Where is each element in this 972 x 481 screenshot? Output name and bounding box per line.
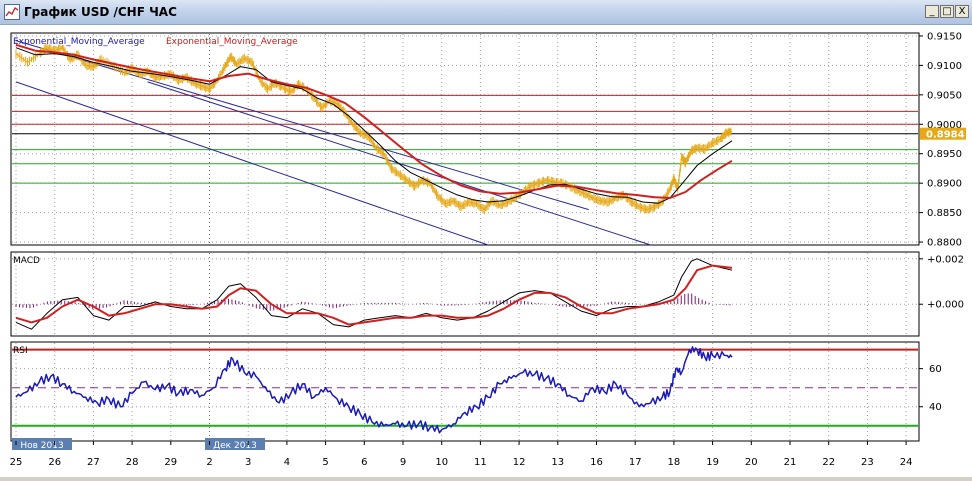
day-label-23: 23 — [861, 457, 874, 468]
chart-area[interactable]: Exponential_Moving_Average Exponential_M… — [0, 25, 972, 477]
price-axis-label-0.9100: 0.9100 — [927, 61, 962, 72]
day-label-13: 13 — [551, 457, 564, 468]
macd-plot-frame — [10, 251, 920, 337]
legend-ema-fast: Exponential_Moving_Average — [13, 37, 145, 47]
day-label-25: 25 — [10, 457, 23, 468]
macd-axis-label: +0.000 — [927, 300, 964, 311]
day-label-3: 3 — [245, 457, 251, 468]
month-label-dec: Дек 2013 — [213, 441, 257, 451]
macd-axis-label: +0.002 — [927, 254, 964, 265]
rsi-axis-label: 60 — [929, 364, 942, 375]
day-label-28: 28 — [126, 457, 139, 468]
day-label-24: 24 — [900, 457, 913, 468]
day-labels: 25 26 27 28 29 2 3 4 5 6 9 10 11 12 13 16 17 18 19 20 21 22 23… — [10, 441, 913, 468]
day-label-17: 17 — [629, 457, 642, 468]
price-panel[interactable]: Exponential_Moving_Average Exponential_M… — [10, 31, 966, 249]
minimize-button[interactable]: _ — [925, 5, 939, 18]
day-label-12: 12 — [513, 457, 526, 468]
day-label-5: 5 — [322, 457, 328, 468]
title-bar[interactable]: График USD /CHF ЧАС _ □ X — [0, 0, 972, 25]
rsi-axis-label: 40 — [929, 402, 942, 413]
close-button[interactable]: X — [955, 5, 969, 18]
current-price-label: 0.8984 — [926, 130, 965, 141]
rsi-panel[interactable]: RSI 60 40 — [10, 341, 942, 442]
day-label-19: 19 — [706, 457, 719, 468]
day-label-6: 6 — [361, 457, 367, 468]
day-label-21: 21 — [784, 457, 797, 468]
price-axis-label-0.8900: 0.8900 — [927, 179, 962, 190]
day-label-9: 9 — [400, 457, 406, 468]
price-axis-label-0.8950: 0.8950 — [927, 149, 962, 160]
price-axis-label-0.9150: 0.9150 — [927, 31, 962, 42]
day-label-27: 27 — [87, 457, 100, 468]
chart-canvas[interactable]: Exponential_Moving_Average Exponential_M… — [0, 25, 972, 477]
price-axis-label-0.8800: 0.8800 — [927, 238, 962, 249]
price-plot-frame — [10, 32, 920, 246]
day-label-11: 11 — [474, 457, 487, 468]
month-label-nov: Нов 2013 — [20, 441, 63, 451]
chart-window: График USD /CHF ЧАС _ □ X Exponential_Mo… — [0, 0, 972, 477]
window-title: График USD /CHF ЧАС — [24, 5, 177, 19]
legend-ema-slow: Exponential_Moving_Average — [166, 37, 298, 47]
day-label-20: 20 — [745, 457, 758, 468]
day-label-18: 18 — [668, 457, 681, 468]
day-label-22: 22 — [822, 457, 835, 468]
day-label-10: 10 — [435, 457, 448, 468]
maximize-button[interactable]: □ — [940, 5, 954, 18]
price-axis-label-0.9050: 0.9050 — [927, 90, 962, 101]
day-label-26: 26 — [48, 457, 61, 468]
chart-app-icon — [4, 4, 20, 20]
macd-label: MACD — [13, 256, 40, 266]
day-label-2: 2 — [206, 457, 212, 468]
day-label-4: 4 — [284, 457, 290, 468]
price-axis-label-0.8850: 0.8850 — [927, 208, 962, 219]
time-axis: Нов 2013 Дек 2013 25 26 27 28 29 2 3 4 5 6 9 10 11 12… — [10, 438, 919, 468]
rsi-label: RSI — [13, 346, 28, 356]
day-label-16: 16 — [590, 457, 603, 468]
day-label-29: 29 — [164, 457, 177, 468]
macd-panel[interactable]: MACD +0.002 +0.000 — [10, 251, 964, 337]
